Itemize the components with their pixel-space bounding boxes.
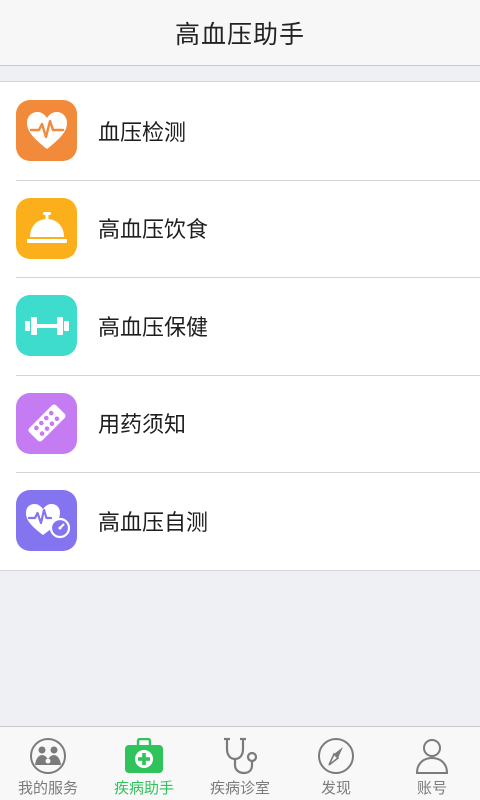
menu-item-diet[interactable]: 高血压饮食 bbox=[0, 179, 480, 278]
tab-clinic[interactable]: 疾病诊室 bbox=[192, 727, 288, 800]
stethoscope-icon bbox=[220, 736, 260, 776]
menu-item-self-test[interactable]: 高血压自测 bbox=[0, 472, 480, 570]
tab-label: 账号 bbox=[416, 779, 447, 797]
compass-icon bbox=[316, 736, 356, 776]
menu-list: 血压检测 高血压饮食 高血压保健 用药须知 高血压自测 bbox=[0, 81, 480, 571]
app-header: 高血压助手 bbox=[0, 0, 480, 66]
menu-item-label: 高血压自测 bbox=[98, 510, 209, 536]
family-icon bbox=[28, 736, 68, 776]
pill-strip-icon bbox=[16, 392, 77, 454]
heart-gauge-icon bbox=[16, 490, 77, 552]
tab-label: 疾病助手 bbox=[113, 779, 174, 797]
menu-item-medication[interactable]: 用药须知 bbox=[0, 374, 480, 473]
menu-item-label: 高血压保健 bbox=[98, 315, 209, 341]
bottom-tab-bar: 我的服务 疾病助手 疾病诊室 发现 账号 bbox=[0, 726, 480, 800]
heart-pulse-icon bbox=[16, 100, 77, 162]
tab-label: 我的服务 bbox=[17, 779, 78, 797]
user-icon bbox=[412, 736, 452, 776]
menu-item-label: 高血压饮食 bbox=[98, 218, 209, 244]
menu-item-bp-check[interactable]: 血压检测 bbox=[0, 82, 480, 180]
tab-account[interactable]: 账号 bbox=[384, 727, 480, 800]
tab-my-services[interactable]: 我的服务 bbox=[0, 727, 96, 800]
tab-label: 发现 bbox=[320, 779, 351, 797]
tab-label: 疾病诊室 bbox=[209, 779, 270, 797]
medical-kit-icon bbox=[124, 736, 164, 776]
tab-disease-assistant[interactable]: 疾病助手 bbox=[96, 727, 192, 800]
dumbbell-icon bbox=[16, 295, 77, 357]
menu-item-label: 用药须知 bbox=[98, 413, 187, 439]
page-title: 高血压助手 bbox=[174, 19, 305, 49]
tab-discover[interactable]: 发现 bbox=[288, 727, 384, 800]
service-bell-icon bbox=[16, 197, 77, 259]
menu-item-label: 血压检测 bbox=[98, 120, 187, 146]
menu-item-health-care[interactable]: 高血压保健 bbox=[0, 277, 480, 375]
